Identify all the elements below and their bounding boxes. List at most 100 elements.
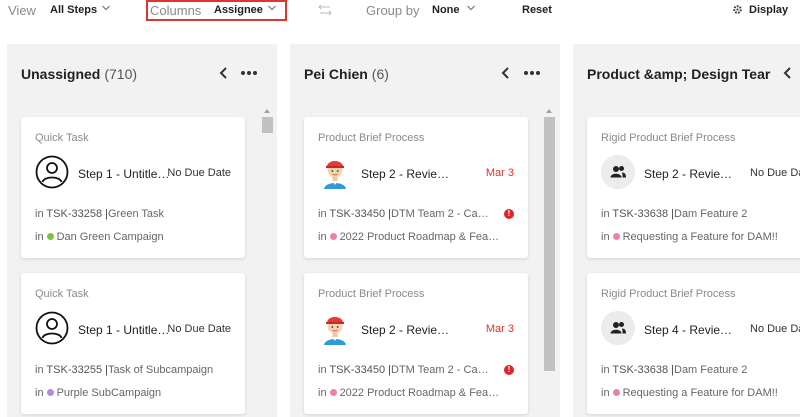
project-name[interactable]: 2022 Product Roadmap & Fea… <box>340 387 500 399</box>
project-color-dot <box>612 389 620 396</box>
due-date: No Due Date <box>167 167 231 179</box>
task-id[interactable]: TSK-33255 <box>46 364 102 376</box>
scroll-up-arrow[interactable] <box>546 109 552 113</box>
gear-icon <box>733 5 742 14</box>
task-reference: in TSK-33450 |DTM Team 2 - Ca… <box>318 208 489 220</box>
task-reference: in TSK-33255 |Task of Subcampaign <box>35 364 214 376</box>
task-card[interactable]: Quick Task Step 1 - Untitle… No Due Date… <box>21 273 245 414</box>
step-name[interactable]: Step 2 - Revie… <box>361 323 449 337</box>
project-name[interactable]: Dan Green Campaign <box>57 231 164 243</box>
chevron-down-icon[interactable] <box>267 3 277 13</box>
task-prefix: in <box>35 208 44 220</box>
board-column: Pei Chien (6) Product Brief Process Step … <box>290 44 560 417</box>
task-id[interactable]: TSK-33450 <box>329 364 385 376</box>
more-options-icon[interactable] <box>240 66 258 80</box>
scrollbar[interactable] <box>260 106 273 417</box>
process-name: Quick Task <box>35 288 89 300</box>
task-name[interactable]: Dam Feature 2 <box>674 364 747 376</box>
scrollbar[interactable] <box>542 106 555 417</box>
task-name[interactable]: Green Task <box>108 208 164 220</box>
chevron-down-icon[interactable] <box>466 3 476 13</box>
task-id[interactable]: TSK-33450 <box>329 208 385 220</box>
column-title-text: Product &amp; Design Tear <box>587 66 771 82</box>
project-name[interactable]: Purple SubCampaign <box>57 387 162 399</box>
task-reference: in TSK-33638 |Dam Feature 2 <box>601 208 748 220</box>
group-icon <box>601 155 635 189</box>
display-label: Display <box>749 4 789 16</box>
toolbar: View All Steps Columns Assignee Group by… <box>0 0 800 40</box>
step-name[interactable]: Step 1 - Untitle… <box>78 167 169 181</box>
process-name: Quick Task <box>35 132 89 144</box>
more-options-icon[interactable] <box>523 66 541 80</box>
task-card[interactable]: Rigid Product Brief Process Step 4 - Rev… <box>587 273 800 414</box>
column-title-text: Unassigned <box>21 66 101 82</box>
task-card[interactable]: Product Brief Process Step 2 - Revie… Ma… <box>304 117 528 258</box>
warning-icon: ! <box>504 365 514 375</box>
board-column: Unassigned (710) Quick Task Step 1 - Unti… <box>7 44 277 417</box>
task-name[interactable]: Task of Subcampaign <box>108 364 213 376</box>
project-color-dot <box>329 389 337 396</box>
project-name[interactable]: Requesting a Feature for DAM!! <box>623 387 778 399</box>
task-prefix: in <box>35 364 44 376</box>
project-prefix: in <box>601 231 610 243</box>
cartoon-person-avatar-icon <box>324 161 346 189</box>
column-count: (710) <box>104 66 138 82</box>
task-prefix: in <box>318 364 327 376</box>
project-reference: in Requesting a Feature for DAM!! <box>601 231 778 243</box>
warning-icon: ! <box>504 209 514 219</box>
swap-arrows-icon[interactable] <box>318 4 332 16</box>
column-title: Pei Chien (6) <box>304 66 389 82</box>
project-name[interactable]: 2022 Product Roadmap & Fea… <box>340 231 500 243</box>
collapse-column-icon[interactable] <box>501 66 511 80</box>
task-prefix: in <box>601 208 610 220</box>
task-name[interactable]: Dam Feature 2 <box>674 208 747 220</box>
due-date: No Due Date <box>750 323 800 335</box>
project-prefix: in <box>318 231 327 243</box>
chevron-down-icon[interactable] <box>101 3 111 13</box>
columns-label: Columns <box>150 3 202 18</box>
view-dropdown[interactable]: All Steps <box>50 4 97 16</box>
project-reference: in Purple SubCampaign <box>35 387 161 399</box>
reset-button[interactable]: Reset <box>522 4 552 16</box>
project-prefix: in <box>35 387 44 399</box>
step-name[interactable]: Step 2 - Revie… <box>361 167 449 181</box>
project-reference: in Dan Green Campaign <box>35 231 164 243</box>
view-label: View <box>8 3 36 18</box>
collapse-column-icon[interactable] <box>783 66 793 80</box>
project-prefix: in <box>35 231 44 243</box>
process-name: Rigid Product Brief Process <box>601 288 736 300</box>
task-id[interactable]: TSK-33638 <box>612 208 668 220</box>
task-card[interactable]: Product Brief Process Step 2 - Revie… Ma… <box>304 273 528 414</box>
step-name[interactable]: Step 4 - Revie… <box>644 323 732 337</box>
task-name[interactable]: DTM Team 2 - Ca… <box>391 364 489 376</box>
task-reference: in TSK-33258 |Green Task <box>35 208 165 220</box>
process-name: Product Brief Process <box>318 288 425 300</box>
groupby-dropdown[interactable]: None <box>432 4 460 16</box>
project-prefix: in <box>601 387 610 399</box>
step-name[interactable]: Step 2 - Revie… <box>644 167 732 181</box>
process-name: Rigid Product Brief Process <box>601 132 736 144</box>
task-reference: in TSK-33638 |Dam Feature 2 <box>601 364 748 376</box>
task-reference: in TSK-33450 |DTM Team 2 - Ca… <box>318 364 489 376</box>
groupby-label: Group by <box>366 3 420 18</box>
project-reference: in 2022 Product Roadmap & Fea… <box>318 387 499 399</box>
task-card[interactable]: Rigid Product Brief Process Step 2 - Rev… <box>587 117 800 258</box>
step-name[interactable]: Step 1 - Untitle… <box>78 323 169 337</box>
task-id[interactable]: TSK-33638 <box>612 364 668 376</box>
scrollbar-thumb[interactable] <box>544 117 555 371</box>
project-reference: in 2022 Product Roadmap & Fea… <box>318 231 499 243</box>
person-outline-icon <box>35 155 69 189</box>
scroll-up-arrow[interactable] <box>264 109 270 113</box>
column-count: (6) <box>371 66 389 82</box>
task-name[interactable]: DTM Team 2 - Ca… <box>391 208 489 220</box>
project-color-dot <box>46 233 54 240</box>
columns-dropdown[interactable]: Assignee <box>214 4 263 16</box>
task-card[interactable]: Quick Task Step 1 - Untitle… No Due Date… <box>21 117 245 258</box>
scrollbar-thumb[interactable] <box>262 117 273 133</box>
column-title: Product &amp; Design Tear <box>587 66 774 82</box>
task-id[interactable]: TSK-33258 <box>46 208 102 220</box>
collapse-column-icon[interactable] <box>219 66 229 80</box>
project-reference: in Requesting a Feature for DAM!! <box>601 387 778 399</box>
cartoon-person-avatar-icon <box>324 317 346 345</box>
project-name[interactable]: Requesting a Feature for DAM!! <box>623 231 778 243</box>
